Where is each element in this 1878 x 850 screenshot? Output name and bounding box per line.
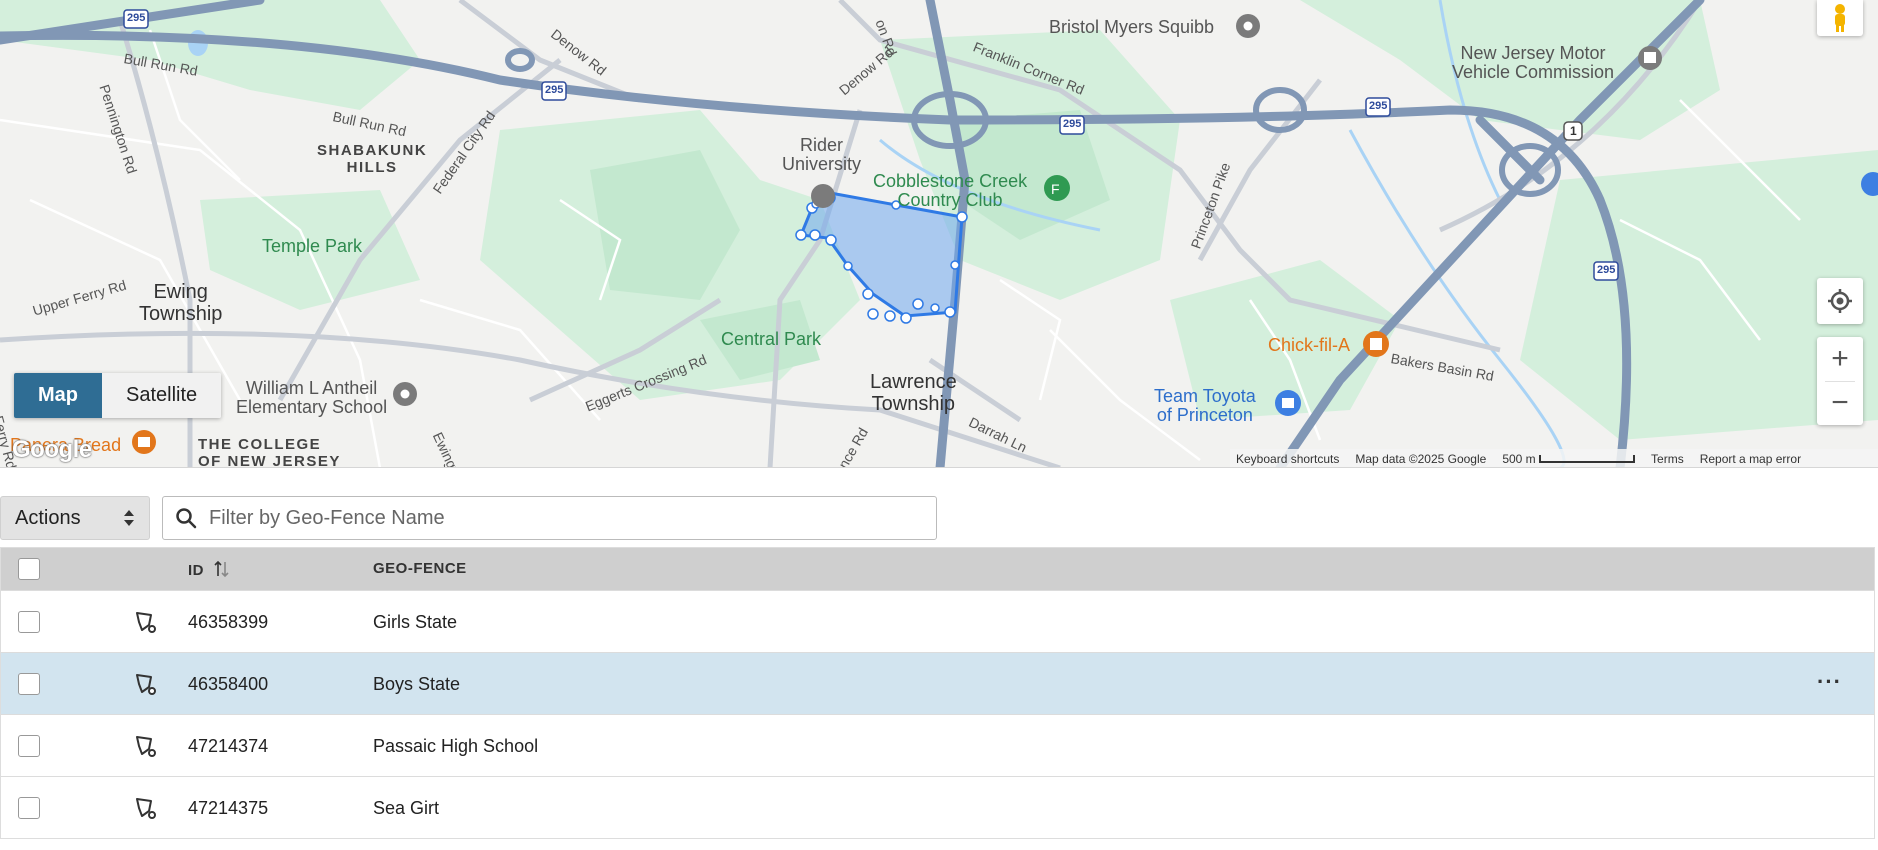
geofence-filter-input[interactable] (209, 506, 909, 530)
row-checkbox[interactable] (18, 735, 40, 757)
shield-295-label: 295 (545, 84, 564, 96)
table-row[interactable]: 47214374 Passaic High School (1, 714, 1874, 776)
map-type-toggle: Map Satellite (14, 373, 222, 418)
polygon-fence-icon (136, 674, 156, 695)
poi-nj-mvc[interactable]: New Jersey Motor Vehicle Commission (1452, 44, 1614, 82)
row-id: 46358400 (188, 674, 269, 694)
map-data-credit: Map data ©2025 Google (1355, 451, 1487, 466)
terms-link[interactable]: Terms (1651, 452, 1684, 466)
shield-295-label: 295 (1369, 100, 1388, 112)
row-checkbox[interactable] (18, 797, 40, 819)
park-temple-park[interactable]: Temple Park (262, 236, 362, 257)
pegman-icon (1835, 4, 1845, 32)
row-checkbox[interactable] (18, 673, 40, 695)
column-header-id-label: ID (188, 562, 204, 579)
poi-bristol-myers-squibb[interactable]: Bristol Myers Squibb (1049, 18, 1214, 37)
town-lawrence-township: Lawrence Township (870, 371, 957, 415)
polygon-fence-icon (136, 736, 156, 757)
geofence-filter-field[interactable] (162, 496, 937, 540)
polygon-fence-icon (136, 612, 156, 633)
map-type-satellite-button[interactable]: Satellite (102, 373, 222, 418)
select-all-checkbox[interactable] (18, 558, 40, 580)
zoom-out-button[interactable]: − (1817, 381, 1863, 425)
geofence-table: ID GEO-FENCE 46358399 Girls State 463584… (0, 547, 1875, 839)
row-id: 47214375 (188, 798, 269, 818)
scale-bar (1539, 455, 1636, 464)
row-id: 47214374 (188, 736, 269, 756)
town-ewing-township: Ewing Township (139, 281, 223, 325)
polygon-fence-icon (136, 798, 156, 819)
table-row[interactable]: 46358399 Girls State (1, 590, 1874, 652)
row-geofence-name[interactable]: Girls State (373, 591, 457, 653)
map-view[interactable]: F 295 295 295 295 295 1 Bristol Myers Sq… (0, 0, 1878, 468)
shield-295-label: 295 (1597, 264, 1616, 276)
row-geofence-name[interactable]: Sea Girt (373, 777, 439, 839)
my-location-button[interactable] (1817, 278, 1863, 324)
poi-rider-university[interactable]: Rider University (782, 136, 861, 174)
report-map-error-link[interactable]: Report a map error (1700, 452, 1801, 466)
street-view-pegman-button[interactable] (1817, 0, 1863, 36)
column-header-id[interactable]: ID (188, 560, 231, 579)
zoom-control: + − (1817, 337, 1863, 425)
row-more-menu-icon[interactable]: ··· (1817, 653, 1842, 711)
scale-label: 500 m (1502, 451, 1536, 466)
actions-dropdown[interactable]: Actions (0, 496, 150, 540)
map-type-map-button[interactable]: Map (14, 373, 102, 418)
area-college-of-new-jersey: THE COLLEGE OF NEW JERSEY (198, 436, 341, 468)
table-row[interactable]: 47214375 Sea Girt (1, 776, 1874, 838)
table-header: ID GEO-FENCE (1, 548, 1874, 590)
zoom-in-button[interactable]: + (1817, 337, 1863, 381)
row-checkbox[interactable] (18, 611, 40, 633)
crosshair-icon (1828, 289, 1852, 313)
row-geofence-name[interactable]: Boys State (373, 653, 460, 715)
park-central-park[interactable]: Central Park (721, 329, 821, 350)
keyboard-shortcuts-link[interactable]: Keyboard shortcuts (1236, 452, 1339, 466)
poi-antheil-school[interactable]: William L Antheil Elementary School (236, 379, 387, 417)
shield-295-label: 295 (1063, 118, 1082, 130)
row-id: 46358399 (188, 612, 269, 632)
svg-text:F: F (1051, 181, 1060, 197)
poi-cobblestone-creek[interactable]: Cobblestone Creek Country Club (873, 172, 1027, 210)
poi-team-toyota[interactable]: Team Toyota of Princeton (1154, 387, 1256, 425)
google-logo: Google (12, 436, 92, 463)
table-row[interactable]: 46358400 Boys State ··· (1, 652, 1874, 714)
search-icon (176, 508, 197, 529)
column-header-geofence[interactable]: GEO-FENCE (373, 560, 467, 577)
sort-updown-icon (124, 510, 134, 526)
map-scale[interactable]: 500 m (1502, 451, 1636, 466)
area-shabakunk-hills: SHABAKUNK HILLS (317, 142, 428, 176)
shield-295-label: 295 (127, 12, 146, 24)
sort-icon (214, 560, 229, 578)
poi-chick-fil-a[interactable]: Chick-fil-A (1268, 335, 1350, 356)
actions-label: Actions (15, 506, 81, 529)
row-geofence-name[interactable]: Passaic High School (373, 715, 538, 777)
map-attribution-bar: Keyboard shortcuts Map data ©2025 Google… (1230, 449, 1878, 467)
shield-us1-label: 1 (1570, 124, 1577, 138)
